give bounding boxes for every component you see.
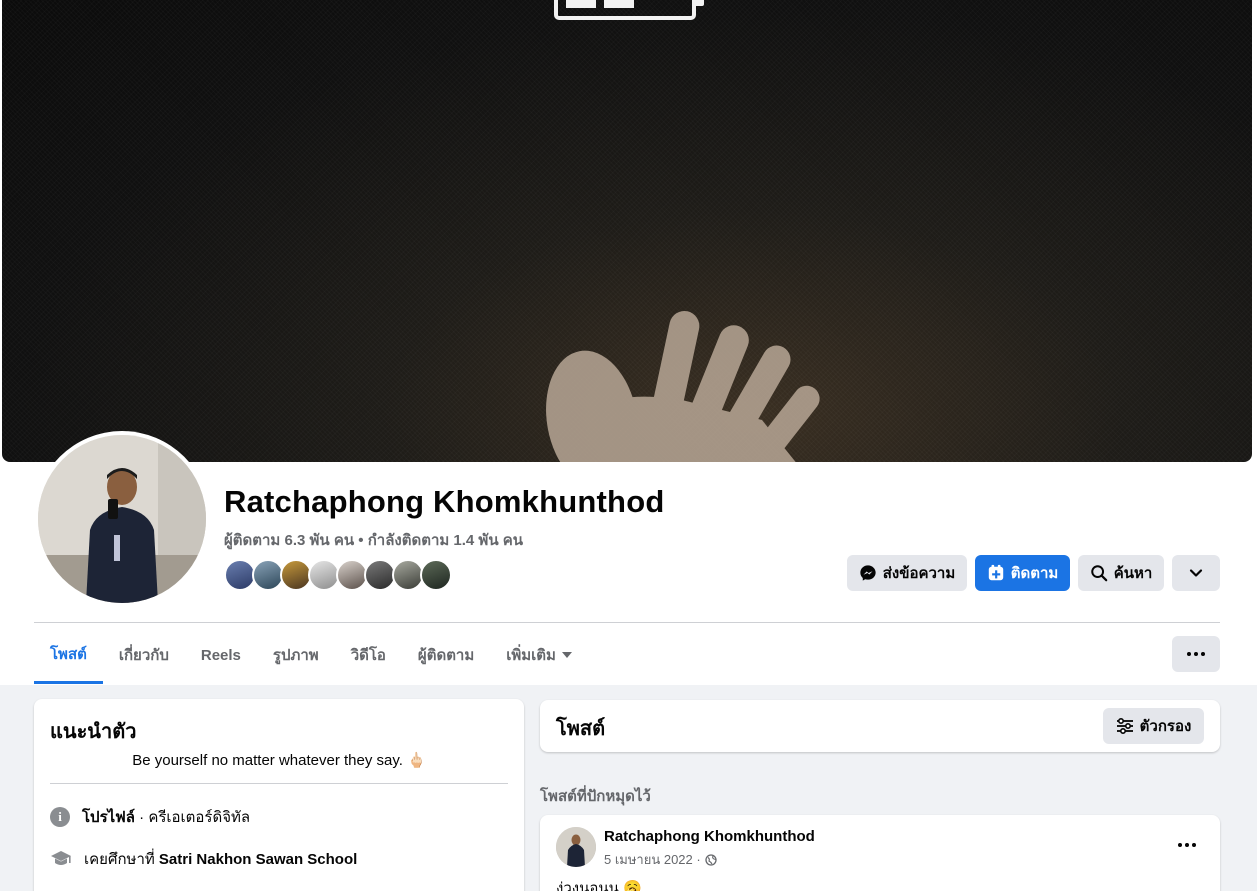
profile-header: Ratchaphong Khomkhunthod ผู้ติดตาม 6.3 พ… [0,0,1257,685]
more-dots-icon [1178,843,1182,847]
profile-photo [38,435,206,603]
tab-label: เพิ่มเติม [506,647,556,664]
profile-tabs: โพสต์ เกี่ยวกับ Reels รูปภาพ วิดีโอ ผู้ต… [34,626,588,684]
more-dots-icon [1194,652,1198,656]
pinned-post: Ratchaphong Khomkhunthod 5 เมษายน 2022 ·… [540,815,1220,891]
search-icon [1090,565,1107,582]
filter-button[interactable]: ตัวกรอง [1103,708,1204,744]
profile-person-graphic [38,435,206,603]
filter-icon [1116,718,1133,734]
post-text: ง่วงนอนน 🥱 [556,880,642,891]
search-button[interactable]: ค้นหา [1078,555,1164,591]
follower-avatars[interactable] [224,559,452,591]
pinned-posts-label: โพสต์ที่ปักหมุดไว้ [540,788,651,805]
follow-plus-icon [988,564,1003,581]
tab-posts[interactable]: โพสต์ [34,626,103,684]
cover-photo[interactable] [2,0,1252,462]
post-date[interactable]: 5 เมษายน 2022 · [604,849,701,870]
follow-button[interactable]: ติดตาม [975,555,1070,591]
more-dots-icon [1192,843,1196,847]
post-meta: 5 เมษายน 2022 · [604,849,717,870]
intro-school-row: เคยศึกษาที่ Satri Nakhon Sawan School [50,847,357,871]
message-button-label: ส่งข้อความ [882,565,956,582]
more-dots-icon [1185,843,1189,847]
intro-divider [50,783,508,784]
search-button-label: ค้นหา [1113,565,1153,582]
profile-picture[interactable] [34,431,210,607]
tabs-more-button[interactable] [1172,636,1220,672]
tab-label: รูปภาพ [272,647,319,664]
post-author-name[interactable]: Ratchaphong Khomkhunthod [604,828,815,845]
tab-label: ผู้ติดตาม [417,647,475,664]
intro-card: แนะนำตัว Be yourself no matter whatever … [34,699,524,891]
post-avatar-graphic [556,827,596,867]
tab-label: วิดีโอ [350,647,386,664]
graduation-cap-icon [51,851,71,865]
filter-button-label: ตัวกรอง [1139,718,1192,735]
tab-about[interactable]: เกี่ยวกับ [103,626,185,684]
more-dots-icon [1187,652,1191,656]
more-profile-options-button[interactable] [1172,555,1220,591]
intro-profile-label: โปรไฟล์ [82,809,135,826]
info-icon: i [50,807,70,827]
message-button[interactable]: ส่งข้อความ [847,555,967,591]
tab-label: เกี่ยวกับ [118,647,169,664]
post-author-avatar[interactable] [556,827,596,867]
follow-button-label: ติดตาม [1010,565,1059,582]
profile-name: Ratchaphong Khomkhunthod [224,484,665,519]
tab-photos[interactable]: รูปภาพ [257,626,335,684]
tab-followers[interactable]: ผู้ติดตาม [402,626,490,684]
header-divider [34,622,1220,623]
post-options-button[interactable] [1170,835,1204,855]
tab-more[interactable]: เพิ่มเติม [490,626,588,684]
tab-label: โพสต์ [50,645,87,663]
cover-hand-graphic [546,310,820,462]
follower-avatar[interactable] [420,559,452,591]
posts-title: โพสต์ [556,718,606,740]
follow-stats[interactable]: ผู้ติดตาม 6.3 พัน คน • กำลังติดตาม 1.4 พ… [224,528,523,552]
caret-down-icon [561,652,572,658]
intro-school-name[interactable]: Satri Nakhon Sawan School [159,851,357,868]
tab-videos[interactable]: วิดีโอ [335,626,402,684]
cover-battery-graphic [554,0,704,20]
tab-label: Reels [200,646,241,664]
posts-header-card: โพสต์ ตัวกรอง [540,700,1220,752]
globe-icon [705,853,717,866]
more-dots-icon [1201,652,1205,656]
intro-school-prefix: เคยศึกษาที่ [84,851,159,868]
intro-bio: Be yourself no matter whatever they say.… [132,752,426,769]
intro-profile-category: · ครีเอเตอร์ดิจิทัล [135,809,251,826]
tab-reels[interactable]: Reels [185,626,257,684]
chevron-down-icon [1189,569,1203,577]
intro-profile-row: i โปรไฟล์ · ครีเอเตอร์ดิจิทัล [50,805,250,829]
intro-title: แนะนำตัว [50,721,137,743]
messenger-icon [860,565,876,581]
